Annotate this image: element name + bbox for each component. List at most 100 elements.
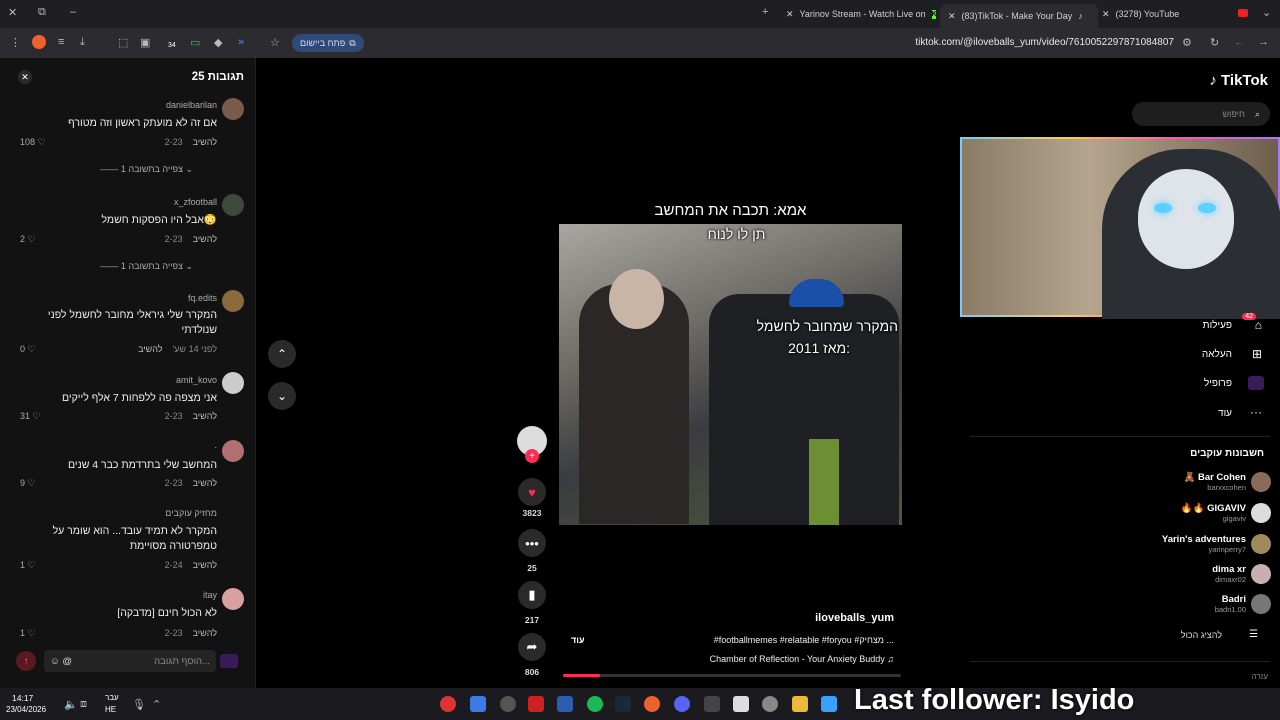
heart-outline-icon[interactable]: ♡	[28, 628, 36, 638]
volume-icon[interactable]: 🔈	[64, 698, 78, 711]
comment-user[interactable]: fq.edits	[188, 293, 217, 303]
app-icon[interactable]	[704, 696, 720, 712]
tf-icon[interactable]	[528, 696, 544, 712]
close-tab-icon[interactable]: ✕	[948, 11, 956, 22]
next-video-button[interactable]: ⌄	[268, 382, 296, 410]
footer-link[interactable]: עזרה	[1252, 672, 1268, 681]
reply-link[interactable]: להשיב	[193, 628, 217, 638]
comment-user[interactable]: מחזיק עוקבים	[165, 508, 217, 518]
restore-window-icon[interactable]: ⧉	[38, 6, 46, 19]
forward-icon[interactable]: ←	[1234, 36, 1245, 48]
comment-user[interactable]: danielbarilan	[166, 100, 217, 110]
tab-tiktok[interactable]: ✕ (83)TikTok - Make Your Day ♪	[940, 4, 1098, 28]
previous-video-button[interactable]: ⌃	[268, 340, 296, 368]
close-tab-icon[interactable]: ✕	[786, 9, 794, 20]
tab-yarinov[interactable]: ✕ Yarinov Stream - Watch Live on K	[786, 4, 936, 24]
video-hashtags[interactable]: #footballmemes #relatable #foryou #מצחיק…	[714, 635, 894, 645]
heart-outline-icon[interactable]: ♡	[28, 478, 36, 488]
show-all-link[interactable]: להציג הכול	[1181, 630, 1222, 640]
obs-icon[interactable]	[500, 696, 516, 712]
back-icon[interactable]: →	[1258, 36, 1269, 48]
site-settings-icon[interactable]: ⚙	[1182, 36, 1192, 49]
heart-outline-icon[interactable]: ♡	[28, 560, 36, 570]
steam-icon[interactable]	[615, 696, 631, 712]
nav-more[interactable]: עוד	[1218, 408, 1232, 419]
author-avatar-button[interactable]: +	[517, 426, 547, 463]
menu-icon[interactable]: ⋮	[10, 36, 21, 49]
tiktok-logo[interactable]: ♪ TikTok	[1209, 72, 1268, 89]
comment-user[interactable]: itay	[203, 590, 217, 600]
reply-link[interactable]: להשיב	[193, 411, 217, 421]
reply-link[interactable]: להשיב	[193, 137, 217, 147]
discord-icon[interactable]	[674, 696, 690, 712]
extension-blue-icon[interactable]: »	[238, 36, 244, 48]
network-icon[interactable]: ⧈	[80, 698, 87, 711]
heart-outline-icon[interactable]: ♡	[28, 234, 36, 244]
heart-outline-icon[interactable]: ♡	[33, 411, 41, 421]
avatar[interactable]	[222, 98, 244, 120]
spotify-icon[interactable]	[587, 696, 603, 712]
avatar[interactable]	[222, 194, 244, 216]
emoji-icon[interactable]: ☺	[50, 656, 60, 667]
like-button[interactable]: ♥ 3823	[517, 478, 547, 518]
comment-button[interactable]: ••• 25	[517, 529, 547, 573]
comment-user[interactable]: .	[214, 440, 217, 450]
tab-search-icon[interactable]: ⌄	[1262, 6, 1271, 19]
heart-outline-icon[interactable]: ♡	[38, 137, 46, 147]
music-title[interactable]: Chamber of Reflection - Your Anxiety Bud…	[710, 654, 885, 664]
view-replies-button[interactable]: —— צפייה בתשובה 1 ⌄	[100, 164, 193, 175]
profile-icon[interactable]	[1248, 376, 1264, 390]
view-replies-button[interactable]: —— צפייה בתשובה 1 ⌄	[100, 261, 193, 272]
extensions-icon[interactable]: ⬚	[118, 36, 128, 49]
avatar[interactable]	[222, 372, 244, 394]
reply-link[interactable]: להשיב	[138, 344, 162, 354]
reading-list-icon[interactable]: ≡	[58, 36, 64, 48]
reply-link[interactable]: להשיב	[193, 478, 217, 488]
brave-icon[interactable]	[32, 35, 46, 49]
video-author[interactable]: iloveballs_yum	[815, 612, 894, 624]
download-icon[interactable]: ⤓	[80, 36, 85, 49]
more-icon[interactable]: ···	[1250, 405, 1262, 419]
close-window-icon[interactable]: ✕	[8, 6, 17, 19]
nav-upload[interactable]: העלאה	[1202, 349, 1232, 360]
nav-profile[interactable]: פרופיל	[1204, 378, 1232, 389]
search-input[interactable]: חיפוש ⌕	[1132, 102, 1270, 126]
clock-date[interactable]: 23/04/2026	[6, 705, 46, 714]
open-in-app-button[interactable]: פתח ביישום ⧉	[292, 34, 364, 52]
avatar[interactable]	[222, 440, 244, 462]
reply-link[interactable]: להשיב	[193, 234, 217, 244]
tab-youtube[interactable]: ✕ (3278) YouTube	[1102, 4, 1242, 24]
store-icon[interactable]	[733, 696, 749, 712]
clock-time[interactable]: 14:17	[12, 693, 33, 703]
new-tab-icon[interactable]: +	[762, 6, 768, 18]
nav-activity[interactable]: פעילות	[1203, 320, 1232, 331]
extension-green-icon[interactable]: ▭	[190, 36, 200, 49]
post-comment-button[interactable]: ↑	[16, 651, 36, 671]
heart-outline-icon[interactable]: ♡	[28, 344, 36, 354]
language-line-1[interactable]: עבר	[105, 693, 119, 702]
apps-icon[interactable]	[470, 696, 486, 712]
close-comments-icon[interactable]: ✕	[18, 70, 32, 84]
follow-plus-icon[interactable]: +	[525, 449, 539, 463]
inbox-icon[interactable]: ⌂	[1255, 318, 1262, 332]
extension-icon[interactable]: ▣	[140, 36, 150, 49]
comment-user[interactable]: amit_kovo	[176, 375, 217, 385]
save-button[interactable]: ▮ 217	[517, 581, 547, 625]
reload-icon[interactable]: ↻	[1210, 36, 1219, 49]
user-avatar-icon[interactable]	[220, 654, 238, 668]
upload-icon[interactable]: ⊞	[1252, 347, 1262, 361]
microphone-icon[interactable]: 🎙	[132, 698, 146, 711]
comment-input[interactable]: ☺ @ הוסף תגובה...	[44, 650, 216, 672]
obs-record-icon[interactable]	[440, 696, 456, 712]
tray-chevron-icon[interactable]: ⌃	[152, 698, 161, 711]
share-button[interactable]: ➦ 806	[517, 633, 547, 677]
mention-icon[interactable]: @	[62, 656, 72, 667]
comment-user[interactable]: x_zfootball	[174, 197, 217, 207]
brave-taskbar-icon[interactable]	[644, 696, 660, 712]
settings-icon[interactable]	[762, 696, 778, 712]
avatar[interactable]	[222, 290, 244, 312]
minimize-window-icon[interactable]: –	[70, 6, 76, 18]
language-line-2[interactable]: HE	[105, 705, 116, 714]
list-icon[interactable]: ☰	[1249, 629, 1258, 640]
reply-link[interactable]: להשיב	[193, 560, 217, 570]
